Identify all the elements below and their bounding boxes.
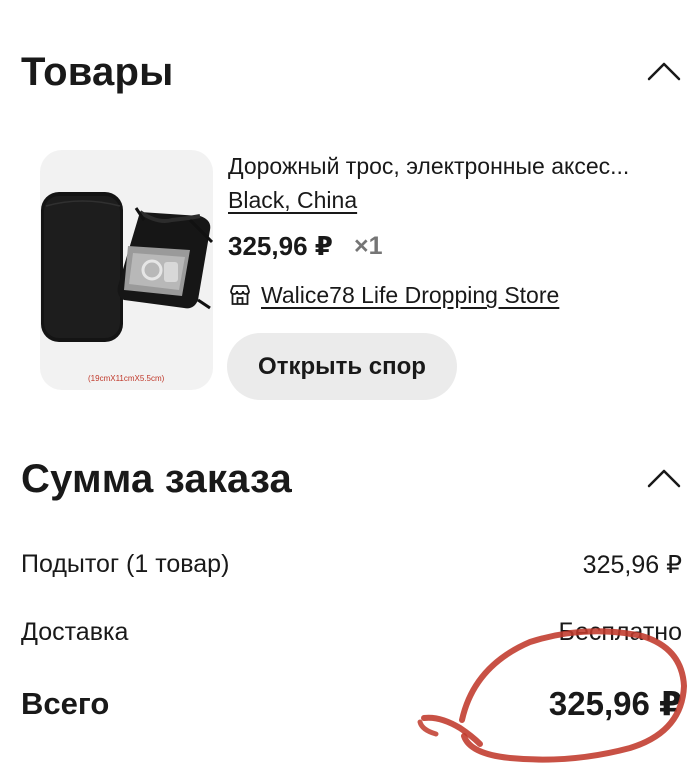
- subtotal-label: Подытог (1 товар): [21, 550, 230, 578]
- product-quantity: ×1: [354, 232, 383, 260]
- store-name-link[interactable]: Walice78 Life Dropping Store: [261, 282, 559, 309]
- open-dispute-button[interactable]: Открыть спор: [227, 333, 457, 400]
- total-value: 325,96 ₽: [548, 685, 682, 722]
- travel-cable-organizer-bag-icon: [41, 192, 213, 342]
- collapse-products-chevron-up-icon[interactable]: [647, 61, 681, 81]
- total-label: Всего: [21, 686, 110, 721]
- order-summary-title: Сумма заказа: [21, 457, 292, 501]
- shipping-label: Доставка: [21, 618, 129, 646]
- product-title[interactable]: Дорожный трос, электронные аксес...: [228, 153, 629, 180]
- subtotal-value: 325,96 ₽: [582, 551, 682, 579]
- store-icon: [230, 285, 250, 305]
- products-section-title: Товары: [21, 50, 174, 94]
- product-variant-link[interactable]: Black, China: [228, 187, 357, 214]
- shipping-value: Бесплатно: [558, 618, 682, 646]
- product-image-size-caption: (19cmX11cmX5.5cm): [88, 374, 165, 383]
- collapse-summary-chevron-up-icon[interactable]: [647, 468, 681, 488]
- product-price: 325,96 ₽: [228, 231, 333, 261]
- product-image[interactable]: (19cmX11cmX5.5cm): [40, 150, 213, 390]
